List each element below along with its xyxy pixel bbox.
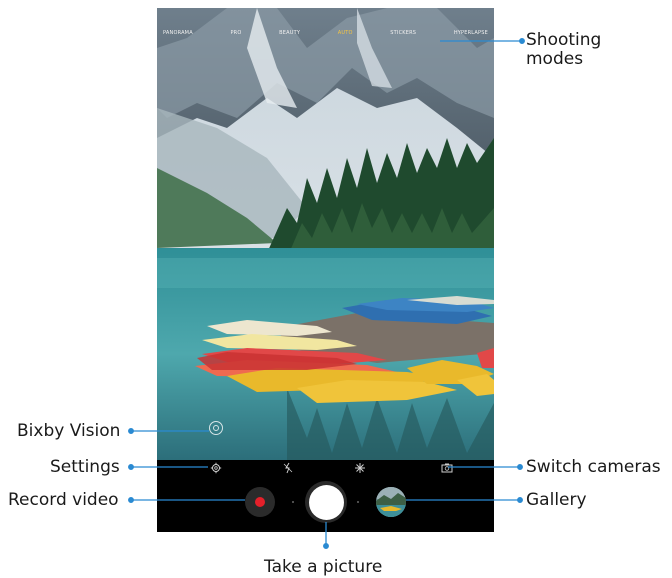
quick-settings-row xyxy=(157,460,494,476)
mode-pro[interactable]: PRO xyxy=(230,30,241,44)
callout-take-picture: Take a picture xyxy=(264,557,383,577)
callout-record-video: Record video xyxy=(8,490,119,510)
callout-settings: Settings xyxy=(50,457,120,477)
switch-camera-icon[interactable] xyxy=(441,462,453,474)
mode-panorama[interactable]: PANORAMA xyxy=(163,30,193,44)
callout-bixby-vision: Bixby Vision xyxy=(17,421,121,441)
divider-dot xyxy=(357,501,359,503)
gallery-thumbnail[interactable] xyxy=(376,487,406,517)
mode-beauty[interactable]: BEAUTY xyxy=(279,30,300,44)
record-video-button[interactable] xyxy=(245,487,275,517)
callout-shooting-modes: Shooting modes xyxy=(526,30,602,69)
sparkle-icon[interactable] xyxy=(354,462,366,474)
mode-hyperlapse[interactable]: HYPERLAPSE xyxy=(454,30,488,44)
mode-auto[interactable]: AUTO xyxy=(338,30,353,44)
shutter-button[interactable] xyxy=(305,481,347,523)
callout-gallery: Gallery xyxy=(526,490,587,510)
lake-scene-image xyxy=(157,8,494,460)
divider-dot xyxy=(292,501,294,503)
mode-stickers[interactable]: STICKERS xyxy=(390,30,416,44)
camera-screen: PANORAMA PRO BEAUTY AUTO STICKERS HYPERL… xyxy=(157,8,494,532)
gear-icon[interactable] xyxy=(210,462,222,474)
camera-viewfinder[interactable] xyxy=(157,8,494,460)
bixby-vision-icon[interactable] xyxy=(209,421,223,435)
flash-off-icon[interactable] xyxy=(282,462,294,474)
camera-control-bar xyxy=(157,460,494,532)
shooting-modes-bar: PANORAMA PRO BEAUTY AUTO STICKERS HYPERL… xyxy=(157,30,494,44)
callout-switch-cameras: Switch cameras xyxy=(526,457,661,477)
